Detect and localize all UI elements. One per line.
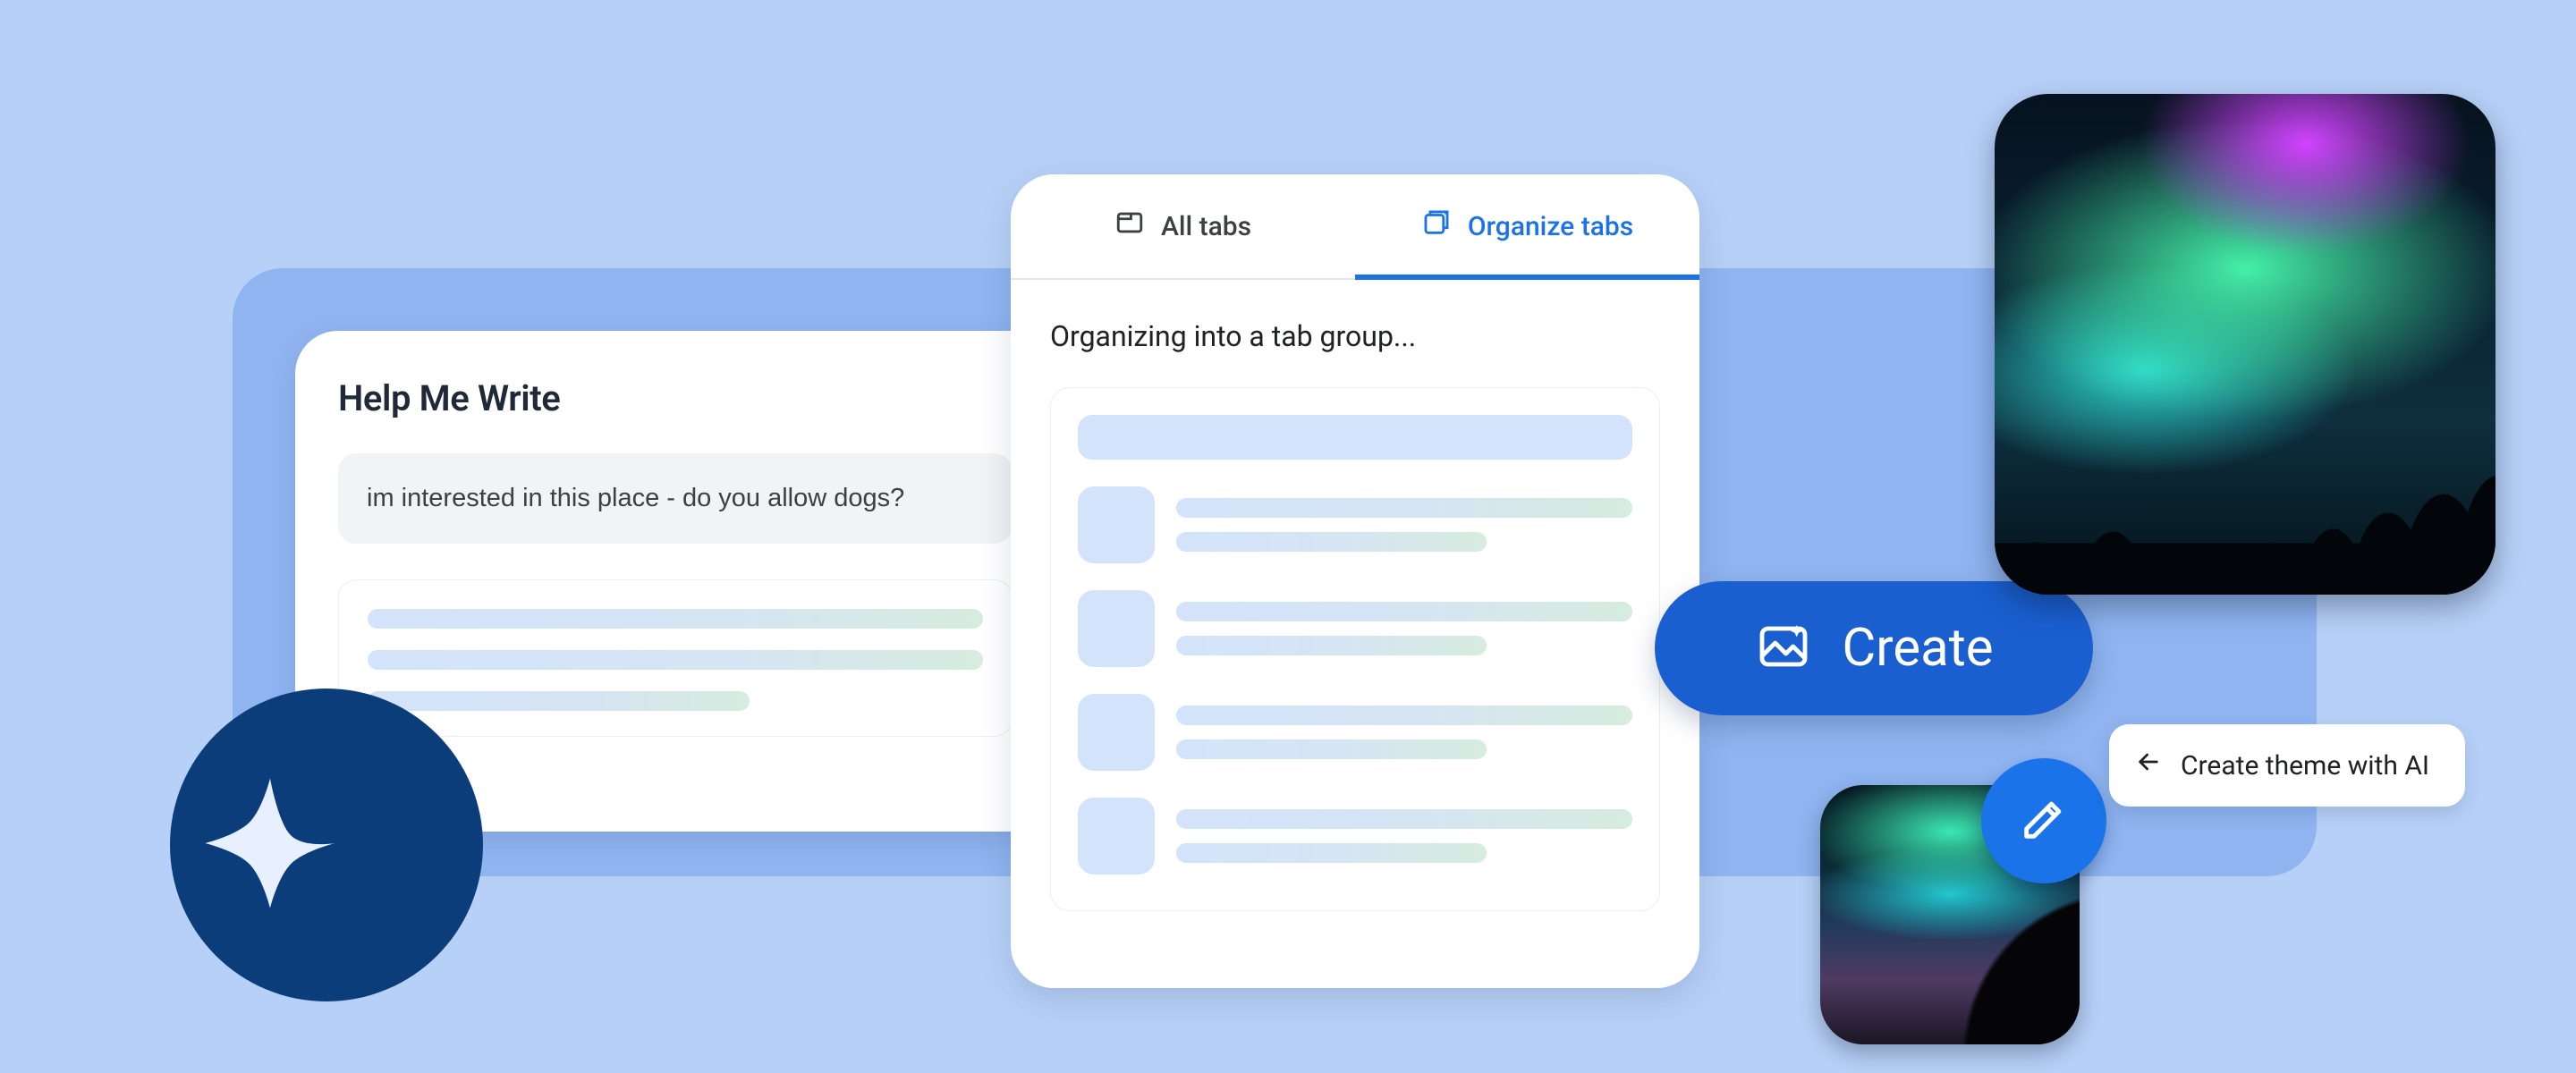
placeholder-line <box>1176 636 1487 655</box>
list-item <box>1078 694 1632 771</box>
item-thumb-placeholder <box>1078 694 1155 771</box>
tab-organize-tabs[interactable]: Organize tabs <box>1355 174 1699 278</box>
item-thumb-placeholder <box>1078 486 1155 563</box>
create-button-label: Create <box>1843 618 1994 679</box>
edge-fade <box>2540 0 2576 1073</box>
create-theme-label: Create theme with AI <box>2181 750 2429 782</box>
tab-label: All tabs <box>1161 211 1251 242</box>
tab-all-tabs[interactable]: All tabs <box>1011 174 1355 278</box>
placeholder-line <box>1176 809 1632 829</box>
item-thumb-placeholder <box>1078 798 1155 874</box>
list-item <box>1078 486 1632 563</box>
placeholder-line <box>1176 843 1487 863</box>
sparkle-icon <box>192 765 461 925</box>
placeholder-line <box>368 691 750 711</box>
help-me-write-title: Help Me Write <box>338 377 1013 419</box>
theme-preview-large <box>1995 94 2496 595</box>
sparkle-tab-icon <box>1421 207 1452 245</box>
placeholder-line <box>1176 498 1632 518</box>
tab-icon <box>1114 207 1145 245</box>
edit-theme-button[interactable] <box>1981 758 2106 883</box>
placeholder-line <box>1176 602 1632 621</box>
list-item <box>1078 798 1632 874</box>
list-item <box>1078 590 1632 667</box>
placeholder-line <box>1176 739 1487 759</box>
help-me-write-input[interactable] <box>338 453 1013 544</box>
theme-preview-small-wrap <box>1820 785 2080 1044</box>
tab-organizer-card: All tabs Organize tabs Organizing into a… <box>1011 174 1699 988</box>
tab-bar: All tabs Organize tabs <box>1011 174 1699 280</box>
create-theme-with-ai-button[interactable]: Create theme with AI <box>2109 724 2465 807</box>
group-title-placeholder <box>1078 415 1632 460</box>
pencil-icon <box>2018 793 2070 849</box>
placeholder-line <box>368 650 983 670</box>
edge-fade <box>0 0 36 1073</box>
placeholder-line <box>368 609 983 629</box>
help-me-write-output-placeholder <box>338 579 1013 737</box>
create-image-icon <box>1755 618 1812 679</box>
placeholder-line <box>1176 532 1487 552</box>
tab-group-placeholder <box>1050 387 1660 911</box>
item-thumb-placeholder <box>1078 590 1155 667</box>
arrow-left-icon <box>2134 748 2163 783</box>
create-button[interactable]: Create <box>1655 581 2093 715</box>
tab-label: Organize tabs <box>1468 211 1633 242</box>
ai-sparkle-avatar <box>170 689 483 1001</box>
placeholder-line <box>1176 705 1632 725</box>
organizing-status: Organizing into a tab group... <box>1050 319 1660 353</box>
